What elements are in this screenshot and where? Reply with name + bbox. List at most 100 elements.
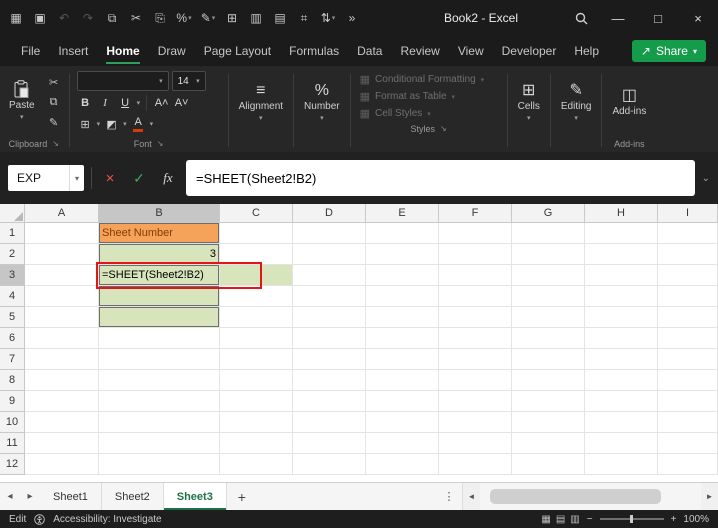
more-commands-icon[interactable]: » — [340, 5, 364, 31]
sheet-tab-sheet1[interactable]: Sheet1 — [40, 483, 102, 510]
cell-E10[interactable] — [366, 412, 439, 433]
zoom-slider-thumb[interactable] — [629, 515, 633, 523]
minimize-button[interactable]: — — [598, 0, 638, 36]
number-button[interactable]: % Number ▾ — [297, 71, 347, 133]
cell-I3[interactable] — [658, 265, 718, 286]
column-header-i[interactable]: I — [658, 204, 718, 223]
cell-H10[interactable] — [585, 412, 658, 433]
cell-I6[interactable] — [658, 328, 718, 349]
cell-I9[interactable] — [658, 391, 718, 412]
cell-C7[interactable] — [220, 349, 293, 370]
chevron-down-icon[interactable]: ▾ — [123, 120, 127, 128]
cell-D9[interactable] — [293, 391, 366, 412]
cell-H1[interactable] — [585, 223, 658, 244]
cell-B1[interactable]: Sheet Number — [99, 223, 220, 244]
cell-G4[interactable] — [512, 286, 585, 307]
cell-G12[interactable] — [512, 454, 585, 475]
cell-F7[interactable] — [439, 349, 512, 370]
cell-G3[interactable] — [512, 265, 585, 286]
cell-A2[interactable] — [25, 244, 99, 265]
zoom-level[interactable]: 100% — [683, 514, 709, 525]
formula-input[interactable]: =SHEET(Sheet2!B2) — [186, 160, 695, 196]
cell-D11[interactable] — [293, 433, 366, 454]
row-header-8[interactable]: 8 — [0, 370, 25, 391]
name-box[interactable]: EXP ▾ — [8, 165, 84, 191]
copy-book-icon[interactable]: ⧉ — [100, 5, 124, 31]
cell-A11[interactable] — [25, 433, 99, 454]
cell-E5[interactable] — [366, 307, 439, 328]
tab-view[interactable]: View — [449, 36, 493, 66]
column-header-f[interactable]: F — [439, 204, 512, 223]
horizontal-scrollbar[interactable]: ◄ ► — [462, 483, 718, 510]
column-header-g[interactable]: G — [512, 204, 585, 223]
paste-button[interactable]: Paste ▾ — [2, 69, 42, 131]
page-break-view-icon[interactable]: ▥ — [570, 514, 579, 525]
scrollbar-track[interactable] — [480, 483, 701, 510]
row-header-10[interactable]: 10 — [0, 412, 25, 433]
dialog-launcher-icon[interactable]: ↘ — [440, 124, 447, 133]
cell-I2[interactable] — [658, 244, 718, 265]
font-color-button[interactable]: A — [130, 115, 147, 133]
column-header-e[interactable]: E — [366, 204, 439, 223]
accessibility-status[interactable]: Accessibility: Investigate — [53, 514, 161, 525]
cell-G2[interactable] — [512, 244, 585, 265]
cell-E9[interactable] — [366, 391, 439, 412]
cell-I5[interactable] — [658, 307, 718, 328]
cell-D10[interactable] — [293, 412, 366, 433]
quick-access-grid-icon[interactable]: ▦ — [4, 5, 28, 31]
close-button[interactable]: × — [678, 0, 718, 36]
row-header-6[interactable]: 6 — [0, 328, 25, 349]
tab-home[interactable]: Home — [97, 36, 148, 66]
cell-B3[interactable]: =SHEET(Sheet2!B2) — [99, 265, 220, 286]
camera-icon[interactable]: ▤ — [268, 5, 292, 31]
cell-H3[interactable] — [585, 265, 658, 286]
cell-I8[interactable] — [658, 370, 718, 391]
borders-button[interactable]: ⊞ — [77, 115, 94, 133]
cell-D2[interactable] — [293, 244, 366, 265]
cell-G9[interactable] — [512, 391, 585, 412]
chevron-down-icon[interactable]: ▾ — [97, 120, 101, 128]
cell-F4[interactable] — [439, 286, 512, 307]
cell-F8[interactable] — [439, 370, 512, 391]
scroll-right-icon[interactable]: ► — [701, 483, 718, 510]
column-header-a[interactable]: A — [25, 204, 99, 223]
format-painter-button[interactable]: ✎ — [42, 112, 66, 132]
sort-filter-icon[interactable]: ⇅ ▾ — [316, 5, 340, 31]
row-header-11[interactable]: 11 — [0, 433, 25, 454]
cell-F11[interactable] — [439, 433, 512, 454]
copy-button[interactable]: ⧉ — [42, 92, 66, 112]
font-size-select[interactable]: 14 ▾ — [171, 71, 206, 91]
cell-B7[interactable] — [99, 349, 220, 370]
sheet-tab-sheet3[interactable]: Sheet3 — [163, 483, 227, 510]
cell-B11[interactable] — [99, 433, 220, 454]
cell-G5[interactable] — [512, 307, 585, 328]
cell-C5[interactable] — [220, 307, 293, 328]
cell-C1[interactable] — [220, 223, 293, 244]
cell-F3[interactable] — [439, 265, 512, 286]
select-all-corner[interactable] — [0, 204, 25, 223]
tab-developer[interactable]: Developer — [493, 36, 566, 66]
cell-C12[interactable] — [220, 454, 293, 475]
tab-insert[interactable]: Insert — [49, 36, 97, 66]
column-header-d[interactable]: D — [293, 204, 366, 223]
borders-icon[interactable]: ⊞ — [220, 5, 244, 31]
font-name-select[interactable]: ▾ — [76, 71, 169, 91]
cell-E2[interactable] — [366, 244, 439, 265]
cell-C11[interactable] — [220, 433, 293, 454]
cell-H7[interactable] — [585, 349, 658, 370]
cell-G11[interactable] — [512, 433, 585, 454]
normal-view-icon[interactable]: ▦ — [541, 514, 550, 525]
cell-C8[interactable] — [220, 370, 293, 391]
cell-I12[interactable] — [658, 454, 718, 475]
row-header-9[interactable]: 9 — [0, 391, 25, 412]
cell-G7[interactable] — [512, 349, 585, 370]
maximize-button[interactable]: □ — [638, 0, 678, 36]
cell-B4[interactable] — [99, 286, 220, 307]
cell-A8[interactable] — [25, 370, 99, 391]
cell-F6[interactable] — [439, 328, 512, 349]
style-item-format-as-table[interactable]: ▦ Format as Table ▾ — [360, 90, 498, 103]
cell-B9[interactable] — [99, 391, 220, 412]
cell-B5[interactable] — [99, 307, 220, 328]
cell-I1[interactable] — [658, 223, 718, 244]
cell-H12[interactable] — [585, 454, 658, 475]
